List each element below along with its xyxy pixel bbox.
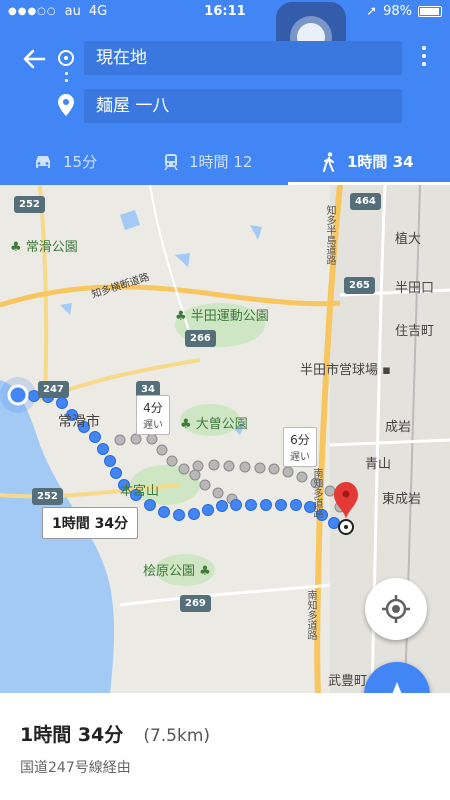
route-duration: 1時間 34分 bbox=[20, 724, 124, 746]
location-arrow-icon: ➚ bbox=[366, 4, 378, 19]
my-location-button[interactable] bbox=[365, 578, 427, 640]
place-label: 成岩 bbox=[385, 420, 412, 435]
tab-drive[interactable]: 15分 bbox=[33, 138, 97, 185]
callout-note: 遅い bbox=[290, 452, 310, 463]
road-label: 南知多道路 bbox=[311, 468, 322, 518]
battery-percent: 98% bbox=[383, 4, 412, 19]
park-label: ♣ 半田運動公園 bbox=[175, 309, 269, 324]
place-label: 半田口 bbox=[395, 281, 435, 296]
current-location-icon bbox=[0, 377, 36, 413]
road-label: 南知多道路 bbox=[305, 590, 316, 640]
selected-route-callout[interactable]: 1時間 34分 bbox=[42, 507, 139, 539]
route-summary-panel[interactable]: 1時間 34分 (7.5km) 国道247号線経由 bbox=[0, 693, 450, 800]
route-summary: 1時間 34分 (7.5km) bbox=[20, 720, 210, 747]
route-dots-icon bbox=[65, 72, 68, 88]
park-label: 桧原公園 ♣ bbox=[143, 564, 211, 579]
place-label: 半田市営球場 ▪ bbox=[300, 363, 391, 378]
place-label: 植大 bbox=[395, 232, 422, 247]
walk-icon bbox=[323, 151, 334, 172]
tab-drive-label: 15分 bbox=[63, 153, 98, 171]
alt-route-callout[interactable]: 6分 遅い bbox=[283, 427, 317, 467]
battery-icon bbox=[418, 6, 442, 17]
route-shield: 464 bbox=[350, 193, 381, 210]
destination-field[interactable]: 麺屋 一八 bbox=[84, 89, 402, 123]
origin-field[interactable]: 現在地 bbox=[84, 41, 402, 75]
travel-mode-tabs: 15分 1時間 12 1時間 34 bbox=[0, 138, 450, 185]
car-icon bbox=[36, 155, 50, 168]
alt-route-callout[interactable]: 4分 遅い bbox=[136, 395, 170, 435]
place-label: 住吉町 bbox=[395, 324, 435, 339]
route-via: 国道247号線経由 bbox=[20, 760, 131, 776]
place-label: 青山 bbox=[365, 457, 392, 472]
place-label: 武豊町 bbox=[328, 674, 368, 689]
route-shield: 266 bbox=[185, 330, 216, 347]
park-label: ♣ 常滑公園 bbox=[10, 240, 78, 255]
city-label: 常滑市 bbox=[58, 414, 100, 430]
mountain-label: 本宮山 bbox=[120, 484, 160, 499]
route-shield: 269 bbox=[180, 595, 211, 612]
crosshair-icon bbox=[382, 595, 410, 623]
callout-note: 遅い bbox=[143, 420, 163, 431]
back-arrow-icon[interactable] bbox=[20, 45, 48, 73]
park-label: ♣ 大曽公園 bbox=[180, 417, 248, 432]
callout-time: 6分 bbox=[290, 433, 310, 447]
route-shield: 247 bbox=[38, 381, 69, 398]
route-shield: 252 bbox=[14, 196, 45, 213]
status-bar: ●●●○○ au 4G 16:11 ➚ 98% bbox=[0, 0, 450, 24]
tab-transit-label: 1時間 12 bbox=[189, 153, 253, 171]
tab-transit[interactable]: 1時間 12 bbox=[163, 138, 252, 185]
destination-pin-icon bbox=[58, 94, 74, 116]
origin-icon bbox=[58, 50, 74, 66]
train-icon bbox=[164, 153, 178, 170]
callout-time: 4分 bbox=[143, 401, 163, 415]
more-options-icon[interactable] bbox=[422, 46, 428, 70]
place-label: 東成岩 bbox=[382, 492, 422, 507]
route-distance: (7.5km) bbox=[143, 726, 211, 746]
route-shield: 265 bbox=[344, 277, 375, 294]
tab-walk[interactable]: 1時間 34 bbox=[321, 138, 414, 185]
tab-walk-label: 1時間 34 bbox=[347, 153, 414, 171]
road-label: 知多半島道路 bbox=[324, 205, 335, 265]
route-shield: 252 bbox=[32, 488, 63, 505]
directions-header: ●●●○○ au 4G 16:11 ➚ 98% 現在地 麺屋 一八 15分 1時… bbox=[0, 0, 450, 185]
